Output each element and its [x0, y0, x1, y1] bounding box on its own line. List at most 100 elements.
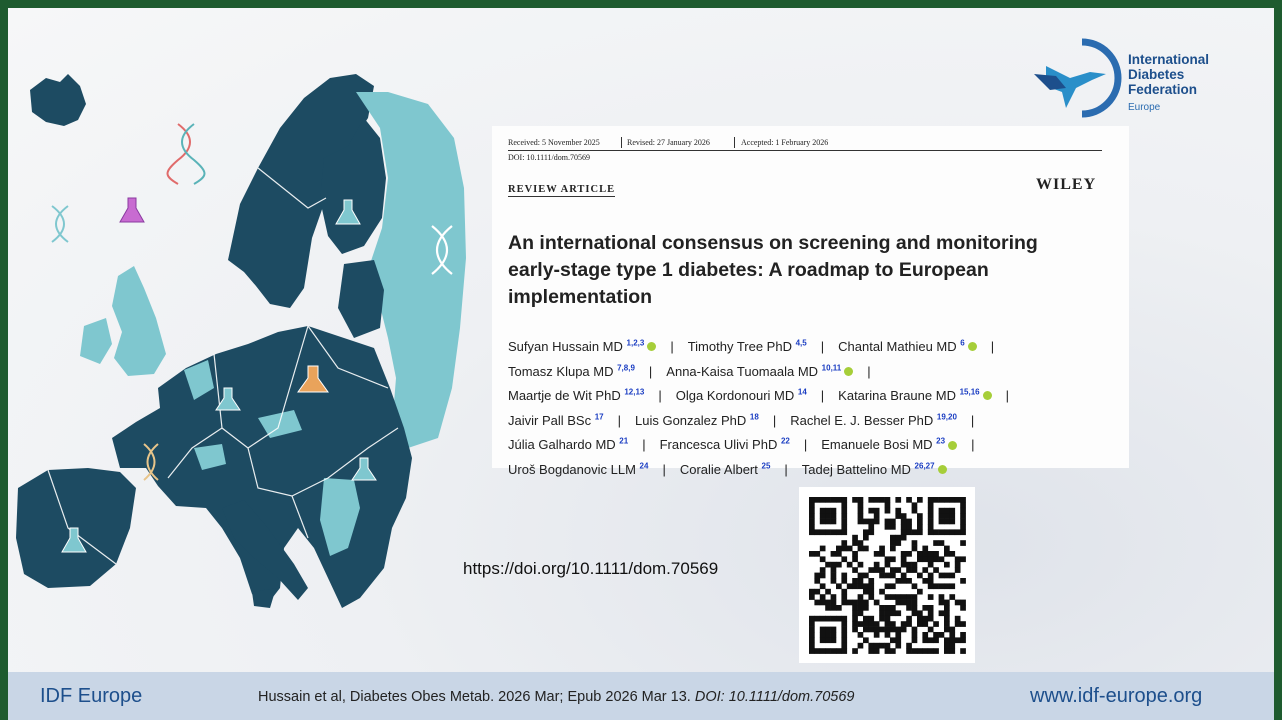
author-affiliation: 15,16	[959, 388, 980, 398]
author: Coralie Albert 25	[680, 462, 771, 477]
author-affiliation: 6	[960, 339, 965, 348]
doi-link[interactable]: https://doi.org/10.1111/dom.70569	[463, 559, 718, 579]
author-name: Uroš Bogdanovic LLM	[508, 461, 636, 477]
orcid-icon[interactable]	[844, 366, 854, 376]
author-separator: |	[803, 437, 808, 453]
author: Tadej Battelino MD 26,27	[802, 462, 947, 477]
europe-map	[16, 74, 466, 608]
author-affiliation: 21	[619, 437, 629, 447]
author-affiliation: 18	[749, 412, 759, 422]
ireland	[80, 318, 112, 364]
citation-text: Hussain et al, Diabetes Obes Metab. 2026…	[258, 689, 691, 705]
orcid-icon[interactable]	[647, 342, 657, 352]
baltics	[338, 260, 384, 338]
author-list: Sufyan Hussain MD 1,2,3 | Timothy Tree PhD…	[508, 333, 1108, 480]
author-line: Maartje de Wit PhD 12,13 | Olga Kordonouri…	[508, 382, 1108, 407]
author-affiliation: 12,13	[624, 388, 645, 398]
author-name: Timothy Tree PhD	[687, 339, 792, 355]
footer-citation: Hussain et al, Diabetes Obes Metab. 2026…	[258, 689, 854, 705]
author: Rachel E. J. Besser PhD 19,20	[790, 413, 957, 428]
orcid-icon[interactable]	[982, 391, 992, 401]
author-affiliation: 1,2,3	[626, 339, 645, 348]
author-separator: |	[820, 339, 825, 355]
revised-date: Revised: 27 January 2026	[627, 138, 710, 147]
author: Emanuele Bosi MD 23	[821, 437, 958, 452]
logo-line-1: International	[1128, 52, 1210, 67]
logo-region: Europe	[1128, 102, 1161, 113]
author-line: Tomasz Klupa MD 7,8,9 | Anna-Kaisa Tuomaal…	[508, 358, 1108, 383]
uk	[112, 266, 166, 376]
section-label: REVIEW ARTICLE	[508, 184, 616, 197]
citation-doi: DOI: 10.1111/dom.70569	[694, 689, 855, 705]
author-line: Jaivir Pall BSc 17 | Luis Gonzalez PhD 18 |…	[508, 407, 1108, 432]
footer-org-name: IDF Europe	[40, 685, 143, 707]
author: Francesca Ulivi PhD 22	[660, 437, 790, 452]
dna-icon	[166, 123, 206, 185]
author-name: Rachel E. J. Besser PhD	[790, 412, 934, 428]
author-affiliation: 24	[639, 461, 649, 471]
orcid-icon[interactable]	[948, 440, 958, 450]
author-affiliation: 4,5	[795, 339, 807, 348]
footer-bar: IDF Europe Hussain et al, Diabetes Obes …	[8, 672, 1274, 720]
author-separator: |	[1005, 388, 1009, 404]
author-separator: |	[772, 412, 777, 428]
author: Anna-Kaisa Tuomaala MD 10,11	[666, 363, 854, 379]
idf-hummingbird-logo	[1034, 38, 1122, 118]
dna-icon	[51, 205, 69, 243]
author-name: Tomasz Klupa MD	[508, 363, 614, 379]
author-separator: |	[670, 339, 674, 355]
author-name: Katarina Braune MD	[838, 388, 956, 404]
author-separator: |	[970, 412, 975, 428]
author-name: Jaivir Pall BSc	[508, 412, 592, 428]
author-affiliation: 26,27	[914, 461, 935, 471]
meta-separator	[621, 137, 622, 148]
author-affiliation: 10,11	[821, 363, 842, 373]
author-separator: |	[662, 461, 666, 477]
author: Olga Kordonouri MD 14	[676, 388, 807, 403]
author-name: Olga Kordonouri MD	[675, 388, 795, 404]
qr-code	[799, 487, 975, 663]
author-line: Uroš Bogdanovic LLM 24 | Coralie Albert 25…	[508, 456, 1108, 481]
author: Jaivir Pall BSc 17	[508, 413, 604, 428]
author-affiliation: 17	[594, 412, 604, 422]
author-line: Júlia Galhardo MD 21 | Francesca Ulivi PhD…	[508, 431, 1108, 456]
iceland	[30, 74, 86, 126]
author-name: Chantal Mathieu MD	[838, 339, 957, 355]
author-separator: |	[867, 363, 871, 379]
author-name: Francesca Ulivi PhD	[659, 437, 778, 453]
author: Chantal Mathieu MD 6	[838, 339, 977, 354]
author: Júlia Galhardo MD 21	[508, 437, 628, 452]
author-affiliation: 25	[761, 461, 771, 471]
meta-separator	[734, 137, 735, 148]
orcid-icon[interactable]	[967, 342, 977, 352]
author-affiliation: 19,20	[936, 412, 957, 422]
received-date: Received: 5 November 2025	[508, 138, 600, 147]
publisher-logo: WILEY	[1036, 176, 1097, 193]
author: Timothy Tree PhD 4,5	[688, 339, 807, 354]
orcid-icon[interactable]	[937, 465, 947, 475]
author-name: Luis Gonzalez PhD	[635, 412, 747, 428]
author-line: Sufyan Hussain MD 1,2,3 | Timothy Tree PhD…	[508, 333, 1108, 358]
author-name: Coralie Albert	[679, 461, 758, 477]
author-affiliation: 7,8,9	[617, 363, 635, 373]
footer-website[interactable]: www.idf-europe.org	[1030, 685, 1202, 708]
author-separator: |	[648, 363, 653, 379]
author-separator: |	[658, 388, 662, 404]
author: Tomasz Klupa MD 7,8,9	[508, 364, 635, 379]
flask-icon	[119, 197, 145, 223]
logo-line-2: Diabetes	[1128, 67, 1185, 82]
author-separator: |	[990, 339, 995, 355]
author-name: Júlia Galhardo MD	[508, 437, 616, 453]
author-name: Anna-Kaisa Tuomaala MD	[666, 363, 819, 379]
author-separator: |	[971, 437, 975, 453]
author-separator: |	[784, 461, 788, 477]
author-separator: |	[642, 437, 646, 453]
qr-code-pattern	[809, 497, 966, 654]
author-affiliation: 14	[797, 388, 807, 398]
header-rule	[508, 150, 1102, 151]
author: Maartje de Wit PhD 12,13	[508, 388, 644, 403]
paper-header: Received: 5 November 2025 Revised: 27 Ja…	[492, 126, 1129, 477]
author-name: Maartje de Wit PhD	[508, 388, 621, 404]
author-name: Tadej Battelino MD	[801, 461, 911, 477]
author-separator: |	[820, 388, 825, 404]
